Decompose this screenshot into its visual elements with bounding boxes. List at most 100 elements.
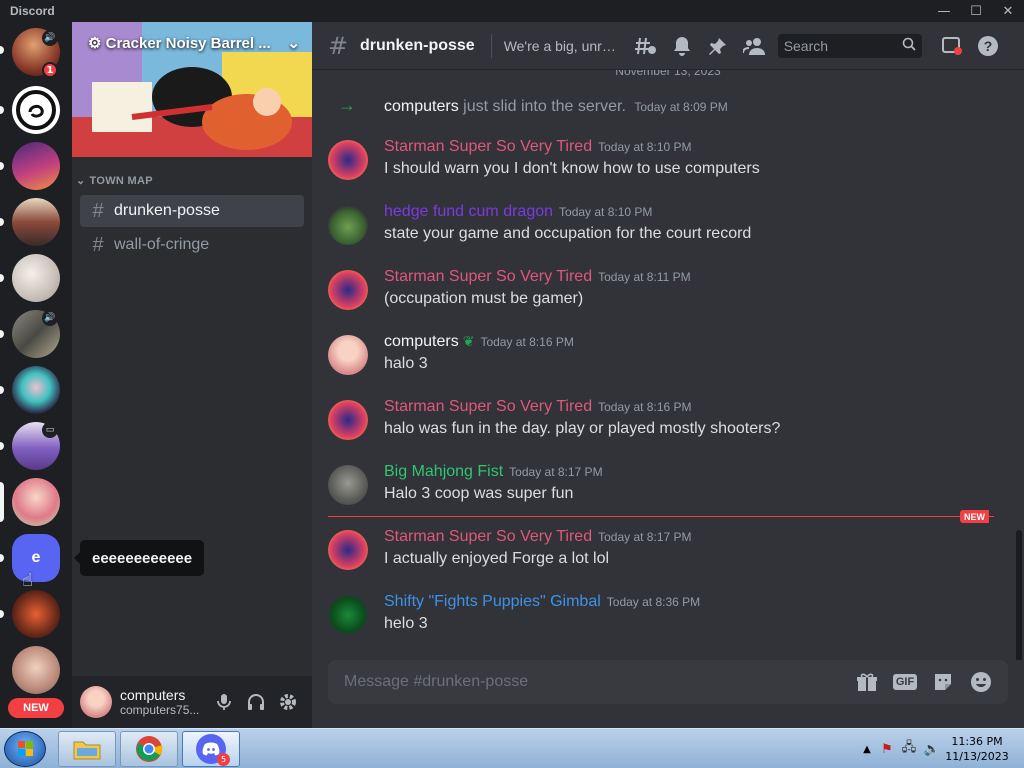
message-author[interactable]: Shifty "Fights Puppies" Gimbal	[384, 593, 601, 610]
volume-icon[interactable]: 🔈	[920, 742, 944, 757]
unread-pill	[0, 46, 4, 54]
gear-icon[interactable]	[272, 686, 304, 718]
microphone-icon[interactable]	[208, 686, 240, 718]
maximize-button[interactable]: ☐	[960, 0, 992, 22]
message-author[interactable]: Starman Super So Very Tired	[384, 398, 592, 415]
channel-item-wall-of-cringe[interactable]: # wall-of-cringe	[80, 229, 304, 261]
timestamp: Today at 8:09 PM	[634, 100, 728, 114]
gift-icon[interactable]	[848, 666, 886, 698]
message-list: November 13, 2023 → computers just slid i…	[312, 70, 1024, 660]
timestamp: Today at 8:17 PM	[598, 530, 692, 544]
server-icon-s12[interactable]	[12, 646, 60, 694]
server-icon-s3[interactable]	[12, 142, 60, 190]
server-icon-s4[interactable]	[12, 198, 60, 246]
category-label: TOWN MAP	[89, 174, 153, 187]
avatar[interactable]	[328, 270, 368, 310]
message-text: I actually enjoyed Forge a lot lol	[384, 550, 610, 567]
timestamp: Today at 8:36 PM	[606, 595, 701, 609]
guild-settings-icon: ⚙	[88, 35, 102, 52]
bell-icon[interactable]	[664, 34, 700, 58]
start-button[interactable]	[4, 731, 46, 767]
server-icon-s5[interactable]	[12, 254, 60, 302]
mention-badge: 1	[42, 62, 58, 78]
unread-pill	[0, 386, 4, 394]
minimize-button[interactable]: —	[928, 0, 960, 22]
join-username[interactable]: computers	[384, 98, 459, 115]
inbox-icon[interactable]	[934, 34, 970, 58]
avatar[interactable]	[328, 140, 368, 180]
action-center-icon[interactable]: ⚑	[876, 742, 898, 757]
unread-pill	[0, 442, 4, 450]
server-icon-s2[interactable]	[12, 86, 60, 134]
channel-item-drunken-posse[interactable]: # drunken-posse	[80, 195, 304, 227]
avatar[interactable]	[328, 335, 368, 375]
avatar[interactable]	[328, 595, 368, 635]
message-text: halo 3	[384, 355, 428, 372]
server-banner[interactable]: ⚙ Cracker Noisy Barrel ... ⌄	[72, 22, 312, 157]
discord-icon: 5	[196, 734, 230, 766]
message-text: I should warn you I don't know how to us…	[384, 160, 760, 177]
server-name-header[interactable]: ⚙ Cracker Noisy Barrel ... ⌄	[88, 34, 300, 52]
folder-icon	[73, 741, 101, 760]
search-input[interactable]: Search	[777, 33, 922, 58]
sticker-icon[interactable]	[924, 666, 962, 698]
server-icon-s7[interactable]	[12, 366, 60, 414]
leaf-badge-icon: ❦	[462, 333, 475, 349]
emoji-icon[interactable]	[962, 666, 1000, 698]
avatar[interactable]	[328, 465, 368, 505]
user-names[interactable]: computers computers75...	[120, 687, 208, 717]
message-author[interactable]: Starman Super So Very Tired	[384, 268, 592, 285]
timestamp: Today at 8:16 PM	[480, 335, 574, 349]
timestamp: Today at 8:17 PM	[509, 465, 603, 479]
gif-button[interactable]: GIF	[886, 666, 924, 698]
message-scrollbar[interactable]	[1016, 530, 1022, 660]
explorer-taskbar-button[interactable]	[58, 731, 116, 767]
close-button[interactable]: ✕	[992, 0, 1024, 22]
taskbar-clock[interactable]: 11:36 PM 11/13/2023	[944, 734, 1010, 764]
message-composer[interactable]: Message #drunken-posse GIF	[328, 660, 1008, 704]
hashtag-icon: #	[92, 233, 104, 256]
network-icon[interactable]: 🖧	[898, 738, 920, 760]
avatar[interactable]	[328, 400, 368, 440]
threads-icon[interactable]	[628, 34, 664, 58]
chrome-taskbar-button[interactable]	[120, 731, 178, 767]
message-input[interactable]: Message #drunken-posse	[344, 673, 848, 691]
speaker-icon: 🔊	[42, 30, 58, 46]
channel-name: wall-of-cringe	[114, 236, 210, 253]
chevron-down-icon: ⌄	[76, 175, 86, 187]
message-text: Halo 3 coop was super fun	[384, 485, 574, 502]
new-unreads-badge[interactable]: NEW	[8, 698, 64, 718]
message-text: helo 3	[384, 615, 428, 632]
message-author[interactable]: hedge fund cum dragon	[384, 203, 553, 220]
message-author[interactable]: Big Mahjong Fist	[384, 463, 503, 480]
server-tooltip: eeeeeeeeeeee	[73, 540, 205, 576]
channel-title: drunken-posse	[360, 36, 475, 54]
avatar[interactable]	[80, 686, 112, 718]
channel-topic[interactable]: We're a big, unrul...	[504, 38, 620, 54]
discord-taskbar-button[interactable]: 5	[182, 731, 240, 767]
server-icon-s10[interactable]: e	[12, 534, 60, 582]
chevron-down-icon: ⌄	[287, 35, 300, 52]
server-rail: 🔊 1 🔊 ▭ e NEW	[0, 22, 72, 728]
show-hidden-icons-button[interactable]: ▲	[858, 744, 876, 755]
date-separator: November 13, 2023	[615, 70, 721, 78]
message-text: halo was fun in the day. play or played …	[384, 420, 781, 437]
message-text: (occupation must be gamer)	[384, 290, 584, 307]
headphones-icon[interactable]	[240, 686, 272, 718]
avatar[interactable]	[328, 530, 368, 570]
server-icon-s11[interactable]	[12, 590, 60, 638]
server-icon-s9[interactable]	[12, 478, 60, 526]
message-author[interactable]: Starman Super So Very Tired	[384, 138, 592, 155]
chrome-icon	[136, 736, 163, 762]
pin-icon[interactable]	[700, 34, 736, 58]
message-author[interactable]: Starman Super So Very Tired	[384, 528, 592, 545]
member-list-icon[interactable]	[736, 34, 772, 58]
user-display-name: computers	[120, 687, 186, 703]
help-icon[interactable]: ?	[970, 34, 1006, 58]
search-icon	[902, 37, 916, 54]
avatar[interactable]	[328, 205, 368, 245]
selected-pill	[0, 482, 4, 522]
message-author[interactable]: computers	[384, 333, 459, 350]
clock-time: 11:36 PM	[951, 735, 1003, 748]
channel-category[interactable]: ⌄ TOWN MAP	[76, 174, 153, 188]
